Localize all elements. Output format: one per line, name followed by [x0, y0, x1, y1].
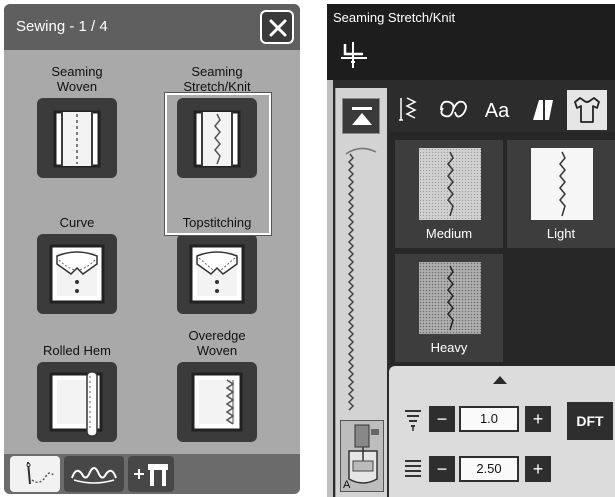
heavy-fabric-swatch: [419, 262, 481, 334]
tab-font[interactable]: Aa: [477, 90, 517, 130]
add-buttonhole-tab[interactable]: [128, 456, 174, 492]
stitch-length-row: − 2.50 +: [389, 452, 615, 488]
top-of-stitch-icon: [352, 107, 372, 125]
stitch-preview-icon: [345, 147, 377, 411]
needle-position-button[interactable]: [337, 38, 371, 72]
fabric-label: Heavy: [430, 340, 468, 355]
font-icon: Aa: [485, 100, 510, 122]
collar-icon: [49, 244, 105, 304]
topstitching-tile[interactable]: [177, 234, 257, 314]
sewing-menu-title: Sewing - 1 / 4: [16, 18, 108, 35]
fabric-label: Medium: [425, 226, 473, 241]
sewing-menu-header: Sewing - 1 / 4: [4, 4, 300, 50]
stitch-curve[interactable]: Curve: [22, 198, 132, 314]
fabric-light-option[interactable]: Light: [507, 140, 615, 248]
top-of-stitch-button[interactable]: [342, 98, 380, 134]
stitch-length-icon: [405, 460, 421, 477]
seaming-woven-tile[interactable]: [37, 98, 117, 178]
stitch-length-value: 2.50: [459, 456, 519, 482]
tab-decorative[interactable]: [433, 90, 473, 130]
stitch-label: Seaming Woven: [51, 64, 103, 94]
presser-foot-letter: A: [343, 479, 351, 491]
stitch-preview-column: A: [335, 88, 387, 497]
default-button[interactable]: DFT: [567, 402, 613, 440]
close-x-icon: [269, 19, 287, 37]
stitch-label: Seaming Stretch/Knit: [183, 64, 251, 94]
stitch-program-grid: Seaming Woven Seaming Stretch/Knit Curve…: [4, 50, 300, 454]
left-edge-strip: [327, 80, 333, 497]
fabric-heavy-option[interactable]: Heavy: [395, 254, 503, 362]
font-icon-label: Aa: [485, 100, 510, 122]
sewing-bottom-bar: [4, 454, 300, 494]
length-increase-button[interactable]: +: [525, 456, 551, 482]
collar-topstitch-icon: [189, 244, 245, 304]
overedge-stitch-icon: [191, 372, 243, 432]
quilt-block-icon: [533, 100, 553, 120]
stitch-width-icon: [405, 410, 421, 431]
fabric-weight-grid: Medium Light Heavy: [389, 132, 615, 367]
stitch-label: Overedge Woven: [188, 328, 246, 358]
stitch-settings-drawer: − 1.0 + DFT − 2.50 +: [389, 366, 615, 497]
stitch-settings-panel: Seaming Stretch/Knit A Aa Medium Light H…: [327, 4, 615, 497]
decorative-loop-icon: [440, 100, 467, 118]
sewing-menu-panel: Sewing - 1 / 4 Seaming Woven Seaming Str…: [4, 4, 300, 494]
fabric-medium-option[interactable]: Medium: [395, 140, 503, 248]
straight-stitch-icon: [53, 110, 101, 168]
add-buttonhole-icon: [134, 464, 168, 486]
tab-quilt[interactable]: [523, 90, 563, 130]
collapse-drawer-caret[interactable]: [493, 376, 507, 384]
selection-frame: [164, 92, 272, 236]
needle-thread-tab[interactable]: [10, 456, 60, 492]
stitch-settings-title: Seaming Stretch/Knit: [333, 10, 456, 25]
light-fabric-swatch: [531, 148, 593, 220]
close-button[interactable]: [260, 10, 294, 44]
stitch-overedge-woven[interactable]: Overedge Woven: [162, 326, 272, 442]
stitch-seaming-woven[interactable]: Seaming Woven: [22, 62, 132, 178]
stitch-label: Curve: [59, 215, 95, 230]
stitch-category-tabs: Aa: [389, 90, 615, 130]
rolled-hem-icon: [49, 371, 103, 437]
stitch-settings-header: Seaming Stretch/Knit: [327, 4, 615, 80]
decorative-stitch-tab[interactable]: [64, 456, 124, 492]
garment-icon: [574, 97, 600, 123]
presser-foot: A: [340, 420, 384, 492]
stitch-width-value: 1.0: [459, 406, 519, 432]
medium-fabric-swatch: [419, 148, 481, 220]
overedge-woven-tile[interactable]: [177, 362, 257, 442]
needle-position-icon: [341, 42, 367, 68]
stitch-pattern-icon: [399, 97, 417, 121]
stitch-label: Rolled Hem: [43, 343, 111, 358]
decorative-stitch-icon: [71, 467, 117, 484]
length-decrease-button[interactable]: −: [429, 456, 455, 482]
needle-thread-icon: [26, 461, 55, 485]
rolled-hem-tile[interactable]: [37, 362, 117, 442]
width-increase-button[interactable]: +: [525, 406, 551, 432]
curve-tile[interactable]: [37, 234, 117, 314]
tab-utility-stitches[interactable]: [389, 90, 429, 130]
stitch-width-row: − 1.0 + DFT: [389, 402, 615, 440]
fabric-label: Light: [546, 226, 576, 241]
tab-garment[interactable]: [567, 90, 607, 130]
width-decrease-button[interactable]: −: [429, 406, 455, 432]
stitch-rolled-hem[interactable]: Rolled Hem: [22, 326, 132, 442]
